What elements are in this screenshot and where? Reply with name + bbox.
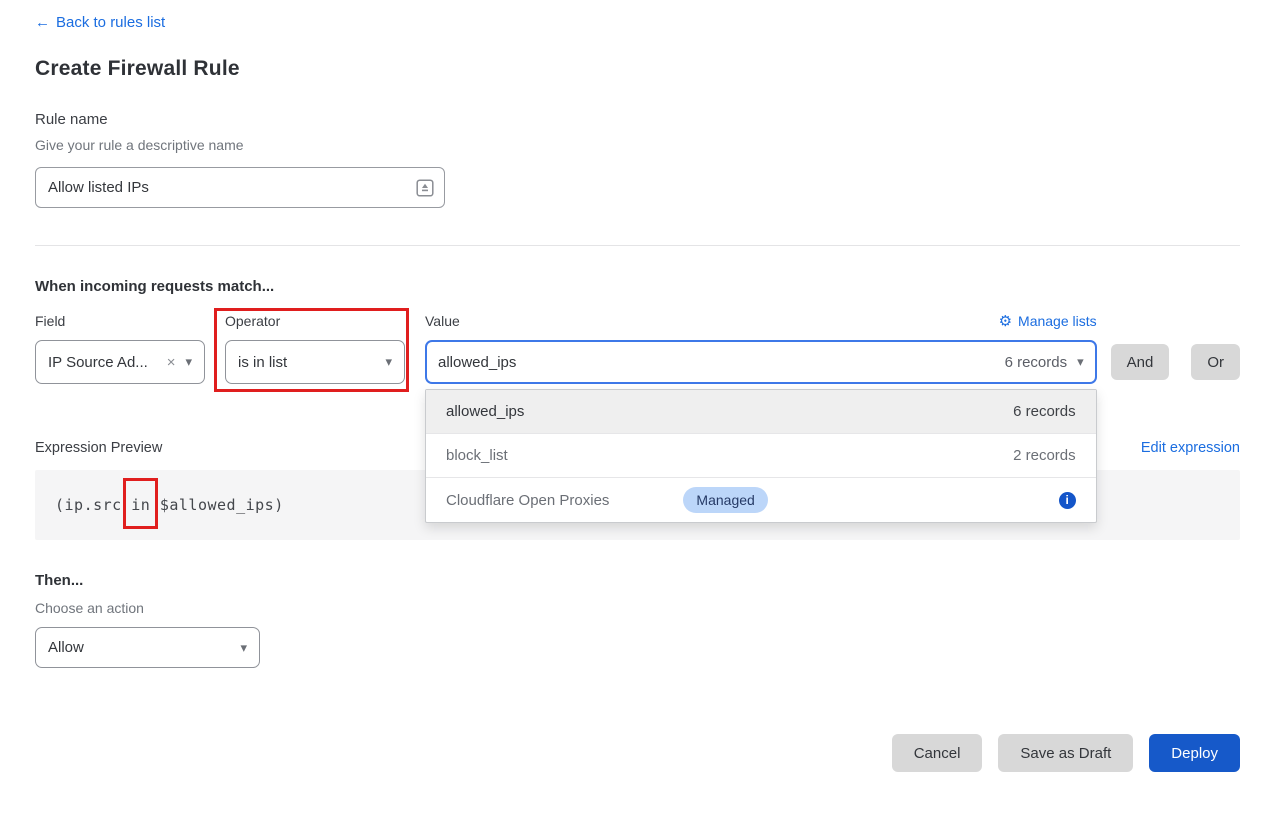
- section-divider: [35, 245, 1240, 246]
- list-item-name: allowed_ips: [446, 403, 524, 420]
- or-button[interactable]: Or: [1191, 344, 1240, 380]
- expression-code: (ip.src in $allowed_ips): [55, 496, 284, 514]
- field-select[interactable]: IP Source Ad... × ▾: [35, 340, 205, 384]
- rule-name-value: Allow listed IPs: [48, 179, 149, 196]
- list-item-records: 6 records: [1013, 403, 1076, 420]
- clear-field-icon[interactable]: ×: [167, 354, 176, 371]
- create-firewall-rule-page: ← Back to rules list Create Firewall Rul…: [0, 0, 1273, 772]
- info-icon[interactable]: i: [1059, 492, 1076, 509]
- list-item-cloudflare-open-proxies[interactable]: Cloudflare Open Proxies Managed i: [426, 478, 1096, 522]
- list-item-name: block_list: [446, 447, 508, 464]
- value-select[interactable]: allowed_ips 6 records ▾: [425, 340, 1097, 384]
- chevron-down-icon: ▾: [185, 354, 192, 370]
- manage-lists-label: Manage lists: [1018, 313, 1097, 329]
- autofill-icon[interactable]: [416, 179, 434, 197]
- then-section-heading: Then...: [35, 572, 1240, 589]
- expression-after: $allowed_ips): [150, 496, 283, 514]
- action-select-value: Allow: [48, 639, 84, 656]
- chevron-down-icon: ▾: [385, 354, 392, 370]
- list-item-block-list[interactable]: block_list 2 records: [426, 434, 1096, 478]
- rule-name-input[interactable]: Allow listed IPs: [35, 167, 445, 208]
- field-select-value: IP Source Ad...: [48, 354, 148, 371]
- operator-column: Operator is in list ▾: [225, 313, 405, 384]
- match-section-heading: When incoming requests match...: [35, 278, 1240, 295]
- expression-preview-label: Expression Preview: [35, 440, 162, 456]
- field-label: Field: [35, 313, 205, 329]
- rule-name-label: Rule name: [35, 111, 1240, 128]
- save-as-draft-button[interactable]: Save as Draft: [998, 734, 1133, 772]
- list-item-records: 2 records: [1013, 447, 1076, 464]
- back-link-label: Back to rules list: [56, 14, 165, 31]
- field-column: Field IP Source Ad... × ▾: [35, 313, 205, 384]
- and-button[interactable]: And: [1111, 344, 1170, 380]
- rule-name-helper: Give your rule a descriptive name: [35, 137, 1240, 153]
- expression-in-operator-annotated: in: [131, 496, 150, 514]
- list-item-allowed-ips[interactable]: allowed_ips 6 records: [426, 390, 1096, 434]
- value-label: Value: [425, 313, 460, 329]
- manage-lists-link[interactable]: ⚙ Manage lists: [999, 313, 1097, 329]
- action-helper: Choose an action: [35, 600, 1240, 616]
- gear-icon: ⚙: [999, 314, 1012, 329]
- operator-select-value: is in list: [238, 354, 287, 371]
- deploy-button[interactable]: Deploy: [1149, 734, 1240, 772]
- condition-row: Field IP Source Ad... × ▾ Operator is in…: [35, 313, 1240, 384]
- value-select-value: allowed_ips: [438, 354, 516, 371]
- chevron-down-icon: ▾: [240, 640, 247, 656]
- value-dropdown-panel: allowed_ips 6 records block_list 2 recor…: [425, 389, 1097, 523]
- operator-label: Operator: [225, 313, 405, 329]
- back-to-rules-link[interactable]: ← Back to rules list: [35, 14, 165, 31]
- expression-before: (ip.src: [55, 496, 131, 514]
- value-select-records: 6 records: [1005, 354, 1068, 371]
- cancel-button[interactable]: Cancel: [892, 734, 983, 772]
- managed-badge: Managed: [683, 487, 767, 513]
- list-item-name: Cloudflare Open Proxies: [446, 492, 609, 509]
- operator-select[interactable]: is in list ▾: [225, 340, 405, 384]
- page-title: Create Firewall Rule: [35, 57, 1240, 81]
- edit-expression-link[interactable]: Edit expression: [1141, 440, 1240, 456]
- action-select[interactable]: Allow ▾: [35, 627, 260, 668]
- value-column: Value ⚙ Manage lists allowed_ips 6 recor…: [425, 313, 1097, 384]
- chevron-down-icon: ▾: [1077, 354, 1084, 370]
- back-arrow-icon: ←: [35, 14, 50, 31]
- footer-actions: Cancel Save as Draft Deploy: [35, 734, 1240, 772]
